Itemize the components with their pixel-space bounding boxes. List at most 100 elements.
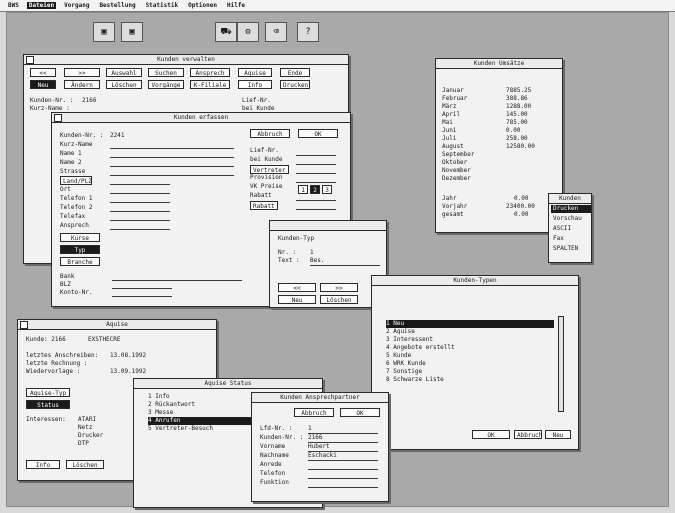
typ-button[interactable]: Typ — [60, 245, 100, 254]
loeschen-button[interactable]: Löschen — [106, 80, 142, 89]
preis-2-button[interactable]: 2 — [310, 185, 320, 194]
branche-button[interactable]: Branche — [60, 257, 100, 266]
vorgaenge-button[interactable]: Vorgänge — [148, 80, 184, 89]
close-box[interactable] — [20, 321, 28, 329]
kundennr-label: Kunden-Nr. : — [30, 97, 74, 104]
popup-item[interactable]: Drucken — [551, 205, 591, 213]
folder-icon[interactable]: ▣ — [93, 22, 115, 42]
right-field[interactable] — [296, 200, 336, 201]
aquise-button[interactable]: Aquise — [238, 68, 272, 77]
field-input[interactable] — [110, 202, 170, 203]
right-field[interactable] — [296, 155, 336, 156]
typen-item[interactable]: 2 Aquise — [386, 328, 554, 336]
abbruch-button[interactable]: Abbruch — [294, 408, 334, 417]
field-input[interactable] — [308, 460, 378, 461]
field-input[interactable] — [308, 469, 378, 470]
typen-item[interactable]: 7 Sonstige — [386, 368, 554, 376]
ende-button[interactable]: Ende — [280, 68, 310, 77]
folder-icon[interactable]: ▣ — [121, 22, 143, 42]
nr-field[interactable]: 1 — [310, 249, 314, 257]
menu-dateien[interactable]: Dateien — [26, 2, 57, 9]
menu-optionen[interactable]: Optionen — [186, 2, 219, 9]
typen-item[interactable]: 8 Schwarze Liste — [386, 376, 554, 384]
typen-item[interactable]: 3 Interessent — [386, 336, 554, 344]
gear-icon[interactable]: ⚙ — [237, 22, 259, 42]
typen-item[interactable]: 5 Kunde — [386, 352, 554, 360]
close-box[interactable] — [54, 114, 62, 122]
field-input[interactable] — [110, 193, 170, 194]
status-item[interactable]: 2 Rückantwort — [148, 401, 268, 409]
abbruch-button[interactable]: Abbruch — [250, 129, 290, 138]
ok-button[interactable]: OK — [298, 129, 338, 138]
menu-bestellung[interactable]: Bestellung — [97, 2, 137, 9]
field-input[interactable] — [110, 220, 170, 221]
loeschen-button[interactable]: Löschen — [320, 295, 358, 304]
aendern-button[interactable]: Ändern — [64, 80, 100, 89]
field-input[interactable] — [110, 148, 234, 149]
next-button[interactable]: >> — [64, 68, 100, 77]
typen-item[interactable]: 1 Neu — [386, 320, 554, 328]
status-item[interactable]: 3 Messe — [148, 409, 268, 417]
field-input[interactable] — [110, 175, 234, 176]
trash-icon[interactable]: ⌫ — [265, 22, 287, 42]
drucken-button[interactable]: Drucken — [280, 80, 310, 89]
bank-field[interactable] — [112, 280, 242, 281]
auswahl-button[interactable]: Auswahl — [106, 68, 142, 77]
blz-field[interactable] — [112, 288, 172, 289]
menu-hilfe[interactable]: Hilfe — [225, 2, 247, 9]
right-label[interactable]: Rabatt — [250, 201, 278, 210]
preis-1-button[interactable]: 1 — [298, 185, 308, 194]
ok-button[interactable]: OK — [472, 430, 510, 439]
neu-button[interactable]: Neu — [30, 80, 56, 89]
neu-button[interactable]: Neu — [278, 295, 316, 304]
kurse-button[interactable]: Kurse — [60, 233, 100, 242]
status-item[interactable]: 5 Vertreter-Besuch — [148, 425, 268, 433]
right-field[interactable] — [296, 182, 336, 183]
suchen-button[interactable]: Suchen — [148, 68, 184, 77]
field-input[interactable] — [308, 487, 378, 488]
next-button[interactable]: >> — [320, 283, 358, 292]
close-box[interactable] — [26, 56, 34, 64]
status-button[interactable]: Status — [26, 400, 70, 409]
right-label[interactable]: Vertreter — [250, 165, 289, 174]
neu-button[interactable]: Neu — [545, 430, 571, 439]
truck-icon[interactable]: ⛟ — [215, 22, 237, 42]
typen-item[interactable]: 6 WRK Kunde — [386, 360, 554, 368]
menu-vorgang[interactable]: Vorgang — [62, 2, 91, 9]
info-button[interactable]: Info — [238, 80, 272, 89]
info-button[interactable]: Info — [26, 460, 60, 469]
loeschen-button[interactable]: Löschen — [66, 460, 104, 469]
scrollbar[interactable] — [558, 316, 564, 412]
ansprech-button[interactable]: Ansprech — [190, 68, 230, 77]
popup-item[interactable]: SPALTEN — [551, 245, 591, 253]
text-field[interactable]: Bes. — [310, 257, 324, 265]
field-input[interactable] — [308, 478, 378, 479]
field-input[interactable] — [110, 166, 234, 167]
help-icon[interactable]: ? — [297, 22, 319, 42]
field-input[interactable] — [110, 229, 170, 230]
right-field[interactable] — [296, 209, 336, 210]
popup-item[interactable]: ASCII — [551, 225, 591, 233]
menu-bws[interactable]: BWS — [6, 2, 21, 9]
popup-item[interactable]: Vorschau — [551, 215, 591, 223]
field-input[interactable] — [110, 157, 234, 158]
ok-button[interactable]: OK — [340, 408, 380, 417]
prev-button[interactable]: << — [30, 68, 56, 77]
k-filiale-button[interactable]: K-Filiale — [190, 80, 230, 89]
popup-item[interactable]: Fax — [551, 235, 591, 243]
status-item[interactable]: 1 Info — [148, 393, 268, 401]
abbruch-button[interactable]: Abbruch — [514, 430, 542, 439]
field-input[interactable] — [110, 211, 170, 212]
right-field[interactable] — [296, 164, 336, 165]
menu-statistik[interactable]: Statistik — [144, 2, 181, 9]
konto-field[interactable] — [112, 296, 172, 297]
right-field[interactable] — [296, 173, 336, 174]
wieder-value[interactable]: 13.09.1992 — [110, 368, 146, 376]
prev-button[interactable]: << — [278, 283, 316, 292]
preis-3-button[interactable]: 3 — [322, 185, 332, 194]
typen-item[interactable]: 4 Angebote erstellt — [386, 344, 554, 352]
aquise-typ-button[interactable]: Aquise-Typ — [26, 388, 70, 397]
field-input[interactable] — [110, 184, 170, 185]
status-item[interactable]: 4 Anrufen — [148, 417, 268, 425]
land-plz-button[interactable]: Land/PLZ — [60, 176, 92, 185]
